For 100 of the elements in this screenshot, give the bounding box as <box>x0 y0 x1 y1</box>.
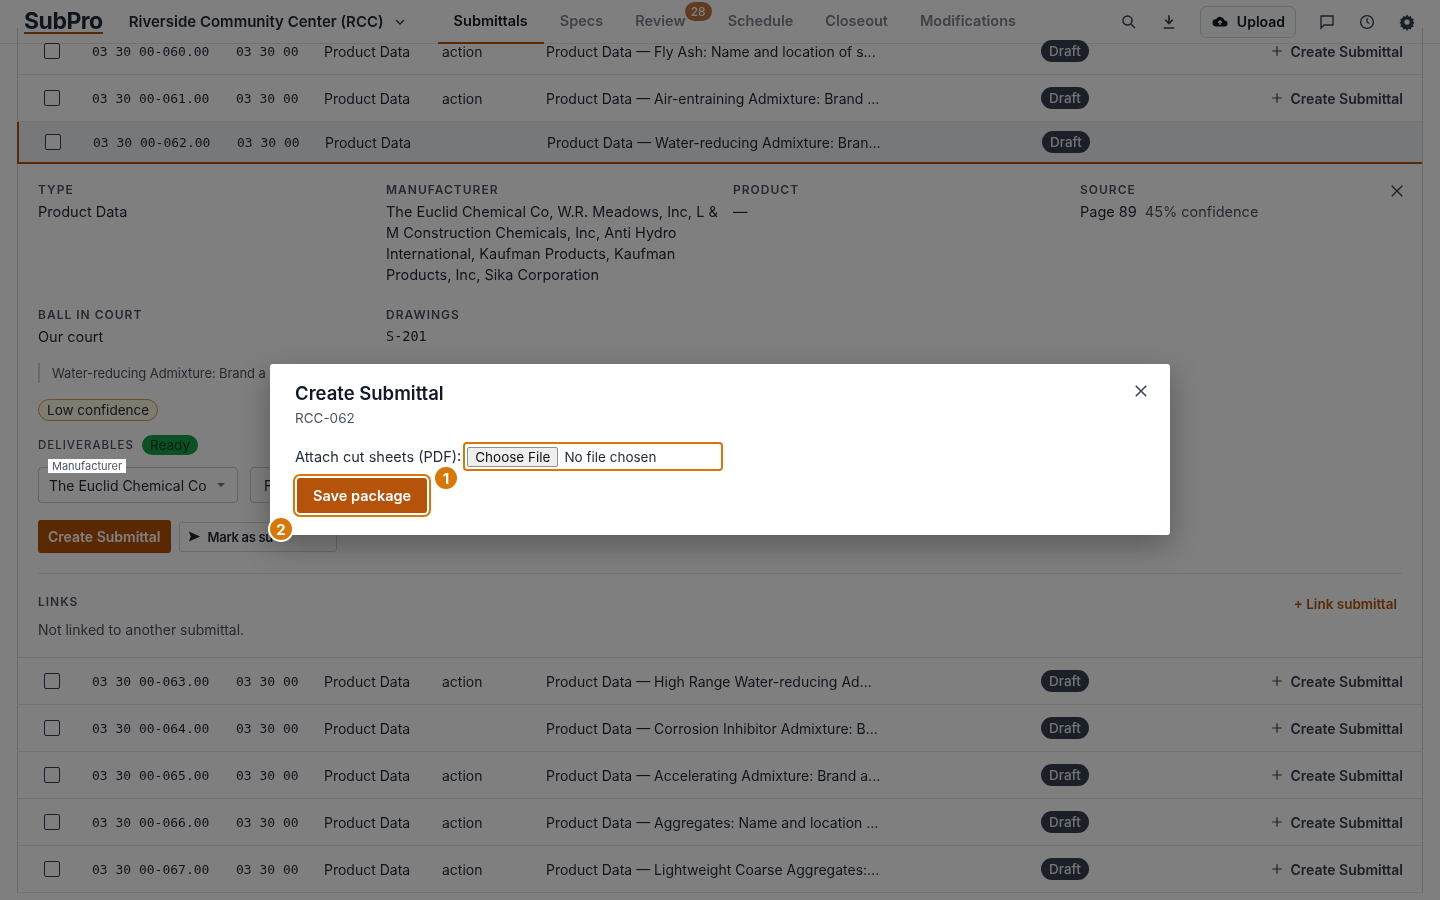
status-badge: Draft <box>1041 858 1089 880</box>
checkbox[interactable] <box>44 43 60 59</box>
field-value: Page 89 <box>1080 202 1137 222</box>
floating-label: Manufacturer <box>48 459 127 473</box>
table-cell-text: Product Data <box>324 860 412 878</box>
checkbox[interactable] <box>44 90 60 106</box>
settings-button[interactable] <box>1398 12 1416 31</box>
create-submittal-button[interactable]: Create Submittal <box>1270 719 1403 737</box>
plus-icon <box>1270 44 1285 58</box>
history-button[interactable] <box>1358 12 1376 31</box>
create-submittal-button[interactable]: Create Submittal <box>1270 860 1403 878</box>
table-cell-text: Product Data — Aggregates: Name and location ... <box>546 813 880 831</box>
plus-icon <box>1270 768 1285 782</box>
table-cell-text: Product Data <box>324 42 412 60</box>
status-badge: Draft <box>1042 131 1090 153</box>
table-cell: action <box>442 42 483 60</box>
table-cell-text: 03 30 00 <box>236 767 300 783</box>
plus-icon <box>1270 721 1285 735</box>
nav-tab[interactable]: Submittals <box>437 0 544 44</box>
table-cell-text: 03 30 00 <box>236 90 300 106</box>
field-value: Our court <box>38 327 105 347</box>
field-value: S-201 <box>386 327 428 346</box>
project-selector[interactable]: Riverside Community Center (RCC) <box>128 12 408 31</box>
table-cell-text: 03 30 00-061.00 <box>92 90 211 106</box>
choose-file-button[interactable]: Choose File <box>467 446 559 467</box>
field-value: The Euclid Chemical Co, W.R. Meadows, Inc, L & M Construction Chemicals, Inc, Anti Hydro International, Kaufman Products, Kaufman Products, Inc, Sika Corporation <box>386 202 719 285</box>
comment-button[interactable] <box>1318 12 1336 31</box>
table-cell-text: Product Data <box>325 133 413 151</box>
clock-icon <box>1358 12 1376 31</box>
field-label: Attach cut sheets (PDF): <box>295 448 462 465</box>
status-badge: Draft <box>1041 764 1089 786</box>
plus-icon <box>1270 91 1285 105</box>
table-cell-text: 03 30 00-064.00 <box>92 720 211 736</box>
table-cell-text: Product Data <box>324 813 412 831</box>
speech-bubble-icon <box>1318 12 1336 31</box>
upload-button[interactable]: Upload <box>1199 5 1296 38</box>
checkbox[interactable] <box>45 134 61 150</box>
table-cell-text: 03 30 00 <box>236 861 300 877</box>
table-cell-text: Product Data — Accelerating Admixture: Brand a... <box>546 766 882 784</box>
checkbox[interactable] <box>44 767 60 783</box>
logo[interactable]: SubPro <box>24 9 103 34</box>
dialog-title: Create Submittal <box>295 382 444 404</box>
table-row[interactable]: 03 30 00-065.00 03 30 00 Product Data action Product Data — Accelerating Admixture: Brand a... Draft Create Submittal <box>18 752 1422 799</box>
checkbox[interactable] <box>44 861 60 877</box>
status-badge: Draft <box>1041 811 1089 833</box>
table-cell-text: 03 30 00-060.00 <box>92 43 211 59</box>
table-cell-text: 03 30 00-067.00 <box>92 861 211 877</box>
table-cell-text: Product Data <box>324 89 412 107</box>
table-cell-text: 03 30 00 <box>236 720 300 736</box>
file-status: No file chosen <box>564 448 657 465</box>
table-cell: action <box>442 813 483 831</box>
table-cell: action <box>442 766 483 784</box>
dialog-subtitle: RCC-062 <box>295 410 356 426</box>
table-row[interactable]: 03 30 00-064.00 03 30 00 Product Data Product Data — Corrosion Inhibitor Admixture: B... Draft Create Submittal <box>18 705 1422 752</box>
plus-icon <box>1270 815 1285 829</box>
search-button[interactable] <box>1119 12 1138 31</box>
settings-icon <box>1398 12 1416 31</box>
file-input[interactable]: Choose File No file chosen <box>463 442 724 471</box>
empty-text: Not linked to another submittal. <box>38 621 245 638</box>
close-button[interactable] <box>1132 382 1150 400</box>
deliverables-label: DELIVERABLES <box>38 438 134 452</box>
field-label: DRAWINGS <box>386 307 461 322</box>
table-cell-text: Product Data — Water-reducing Admixture: Bran... <box>547 133 882 151</box>
table-cell-text: Product Data — Lightweight Coarse Aggregates:... <box>546 860 881 878</box>
status-badge: Draft <box>1041 87 1089 109</box>
create-submittal-button[interactable]: Create Submittal <box>38 520 171 553</box>
table-cell-text: 03 30 00-066.00 <box>92 814 211 830</box>
selected-row[interactable]: 03 30 00-062.00 03 30 00 Product Data Product Data — Water-reducing Admixture: Bran... Draft <box>17 122 1422 164</box>
field-value: Product Data <box>38 202 129 222</box>
status-badge: Draft <box>1041 670 1089 692</box>
create-submittal-button[interactable]: Create Submittal <box>1270 89 1403 107</box>
checkbox[interactable] <box>44 673 60 689</box>
status-badge: Draft <box>1041 717 1089 739</box>
table-row[interactable]: 03 30 00-063.00 03 30 00 Product Data action Product Data — High Range Water-reducing Ad... Draft Create Submittal <box>18 658 1422 705</box>
table-cell-text: 03 30 00-062.00 <box>93 134 212 150</box>
confidence-text: 45% confidence <box>1144 203 1259 220</box>
count-badge: 28 <box>684 1 712 21</box>
table-cell-text: Product Data — Corrosion Inhibitor Admixture: B... <box>546 719 879 737</box>
table-row[interactable]: 03 30 00-066.00 03 30 00 Product Data action Product Data — Aggregates: Name and location ... Draft Create Submittal <box>18 799 1422 846</box>
table-row[interactable]: 03 30 00-067.00 03 30 00 Product Data action Product Data — Lightweight Coarse Aggregates:... Draft Create Submittal <box>18 846 1422 893</box>
send-icon <box>186 529 202 544</box>
create-submittal-button[interactable]: Create Submittal <box>1270 766 1403 784</box>
field-value: — <box>733 202 749 222</box>
checkbox[interactable] <box>44 814 60 830</box>
create-submittal-button[interactable]: Create Submittal <box>1270 42 1403 60</box>
table-cell-text: 03 30 00 <box>236 814 300 830</box>
field-label: BALL IN COURT <box>38 307 144 322</box>
field-label: PRODUCT <box>733 182 801 197</box>
table-cell-text: Product Data <box>324 719 412 737</box>
confidence-badge: Low confidence <box>38 399 159 421</box>
search-icon <box>1119 12 1138 31</box>
checkbox[interactable] <box>44 720 60 736</box>
create-submittal-button[interactable]: Create Submittal <box>1270 672 1403 690</box>
create-submittal-button[interactable]: Create Submittal <box>1270 813 1403 831</box>
field-label: TYPE <box>38 182 75 197</box>
field-label: MANUFACTURER <box>386 182 500 197</box>
table-cell-text: 03 30 00-063.00 <box>92 673 211 689</box>
link-submittal-link[interactable]: + Link submittal <box>1293 596 1397 638</box>
table-cell-text: 03 30 00-065.00 <box>92 767 211 783</box>
plus-icon <box>1270 674 1285 688</box>
